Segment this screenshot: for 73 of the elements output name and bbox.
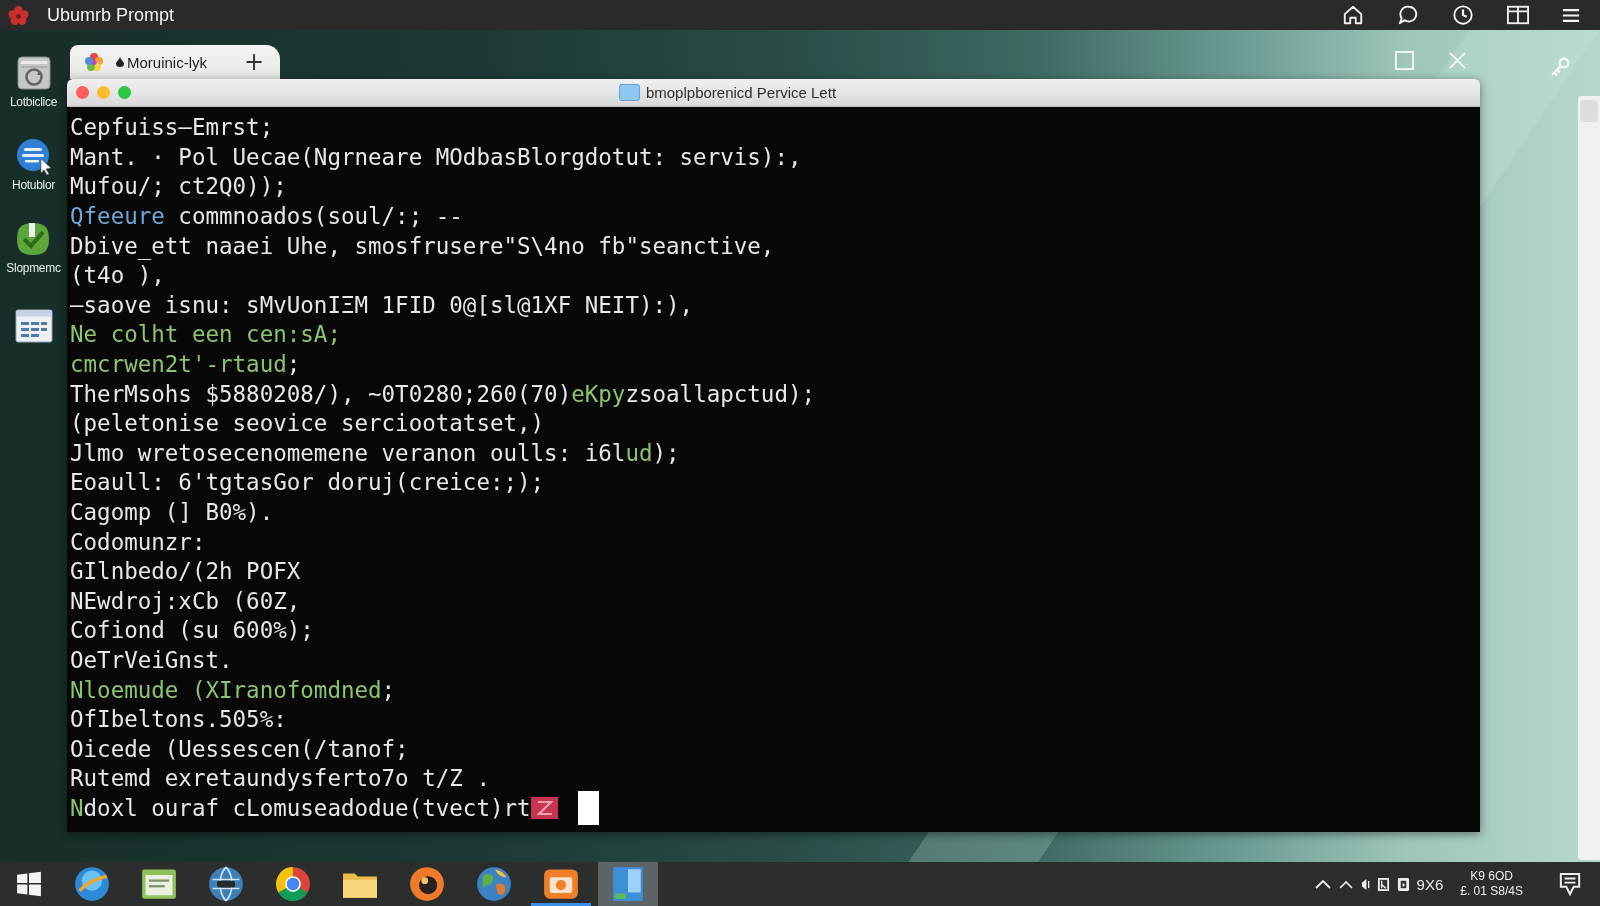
window-title: bmoplpborenicd Pervice Lett xyxy=(645,84,837,101)
app-title: Ubumrb Prompt xyxy=(47,4,175,26)
terminal-text: Qfeeure xyxy=(70,203,165,231)
window-icon xyxy=(141,866,177,902)
desktop-icon-label: Slopmemc xyxy=(6,261,61,275)
drop-icon xyxy=(116,57,124,67)
clock-time[interactable]: K9 6OD xyxy=(1470,869,1513,884)
terminal-text: Cagomp (] B0%). xyxy=(70,499,274,526)
terminal-text: —saove isnu: sMvUonIΞM 1FID 0@[sl@1XF NEIT):), xyxy=(70,291,694,319)
terminal-text: ; xyxy=(381,676,396,704)
speech-bubble-icon[interactable] xyxy=(1397,4,1419,26)
terminal-text: Oicede (Uessescen(/tanof; xyxy=(70,735,409,763)
terminal-text: ; xyxy=(286,351,301,379)
terminal-text: Codomunzr: xyxy=(70,528,206,556)
terminal-text: GIlnbedo/(2h POFX xyxy=(70,558,301,586)
square-badge-icon[interactable] xyxy=(1396,876,1410,892)
terminal-text: Dbive_ett naaei Uhe, smosfrusere"S\4no fb"seanctive, xyxy=(70,232,775,260)
terminal-text: Jlmo wretosecenomemene veranon oulls: i6l xyxy=(70,439,626,467)
chevron-up-icon[interactable] xyxy=(1314,879,1331,889)
home-icon[interactable] xyxy=(1342,4,1364,26)
four-pane-logo-icon xyxy=(16,871,42,897)
spreadsheet-icon[interactable] xyxy=(14,309,53,343)
cursor-block-icon xyxy=(577,791,599,826)
terminal-text: N xyxy=(70,794,84,822)
round-app-icon xyxy=(409,866,445,902)
terminal-text: ud xyxy=(625,439,653,467)
terminal-text: zsoallapctud); xyxy=(625,380,816,408)
panel-icon[interactable] xyxy=(1507,4,1529,26)
terminal-text: Ne colht een cen:sA; xyxy=(70,321,341,349)
terminal-text: eKpy xyxy=(571,380,626,408)
terminal-text: cmcrwen2t'-rtaud xyxy=(70,351,287,379)
speaker-icon[interactable] xyxy=(1360,877,1370,891)
chevron-up-icon[interactable] xyxy=(1337,879,1354,889)
swoosh-globe-icon xyxy=(74,866,110,902)
desktop-icon-label: Lotbiclice xyxy=(10,95,57,109)
terminal-tab[interactable]: Moruinic-lyk + xyxy=(70,45,280,79)
square-badge-icon[interactable] xyxy=(1376,876,1390,892)
terminal-text: Eoaull: 6'tgtasGor doruj(creice:;); xyxy=(70,469,545,497)
clock-date[interactable]: £. 01 S8/4S xyxy=(1460,884,1523,899)
terminal-text: doxl ouraf cLomuseadodue(tvect)rt xyxy=(83,794,531,822)
chat-bubble-icon[interactable] xyxy=(14,137,53,175)
terminal-text: OfIbeltons.505%: xyxy=(70,706,287,734)
window-panes-icon xyxy=(610,866,646,902)
terminal-text: Rutemd exretaundysferto7o t/Z . xyxy=(70,765,490,793)
terminal-text: Mant. · Pol Uecae(Ngrneare MOdbasBlorgdotut: servis):, xyxy=(70,143,802,171)
terminal-text: (t4o ), xyxy=(70,262,165,290)
flower-icon xyxy=(84,52,104,72)
terminal-text: ); xyxy=(652,439,680,467)
clock-icon[interactable] xyxy=(1452,4,1474,26)
logo-icon xyxy=(8,4,29,26)
new-tab-button[interactable]: + xyxy=(241,50,266,74)
notification-icon[interactable] xyxy=(1559,872,1581,896)
terminal-text: Cofiond (su 600%); xyxy=(70,617,314,645)
camera-icon xyxy=(543,866,579,902)
terminal-text: NEwdroj:xCb (60Z, xyxy=(70,587,301,615)
terminal-text: (peletonise seovice serciootatset,) xyxy=(70,410,545,438)
terminal-text: commnoados(soul/:; -- xyxy=(177,203,463,231)
terminal-text: OeTrVeiGnst. xyxy=(70,647,233,674)
terminal-text: Nloemude (XIranofomdned xyxy=(70,676,382,704)
globe-icon xyxy=(208,866,244,902)
glyph-block-icon xyxy=(530,797,558,820)
desktop-icon-label: Hotublor xyxy=(12,178,55,192)
tray-text: 9X6 xyxy=(1416,875,1444,893)
globe-icon xyxy=(476,866,512,902)
close-button[interactable] xyxy=(76,86,89,99)
terminal-text: Mufou/; ct2Q0)); xyxy=(70,173,287,201)
color-wheel-icon xyxy=(275,866,311,902)
folder-icon xyxy=(618,84,640,101)
terminal-text: TherMsohs $5880208/), ~0T0280;260(70) xyxy=(70,380,572,408)
tab-title: Moruinic-lyk xyxy=(127,53,207,71)
menu-icon[interactable] xyxy=(1562,7,1580,23)
terminal-text: Cepfuiss—Emrst; xyxy=(70,114,274,142)
drive-icon[interactable] xyxy=(14,54,53,92)
